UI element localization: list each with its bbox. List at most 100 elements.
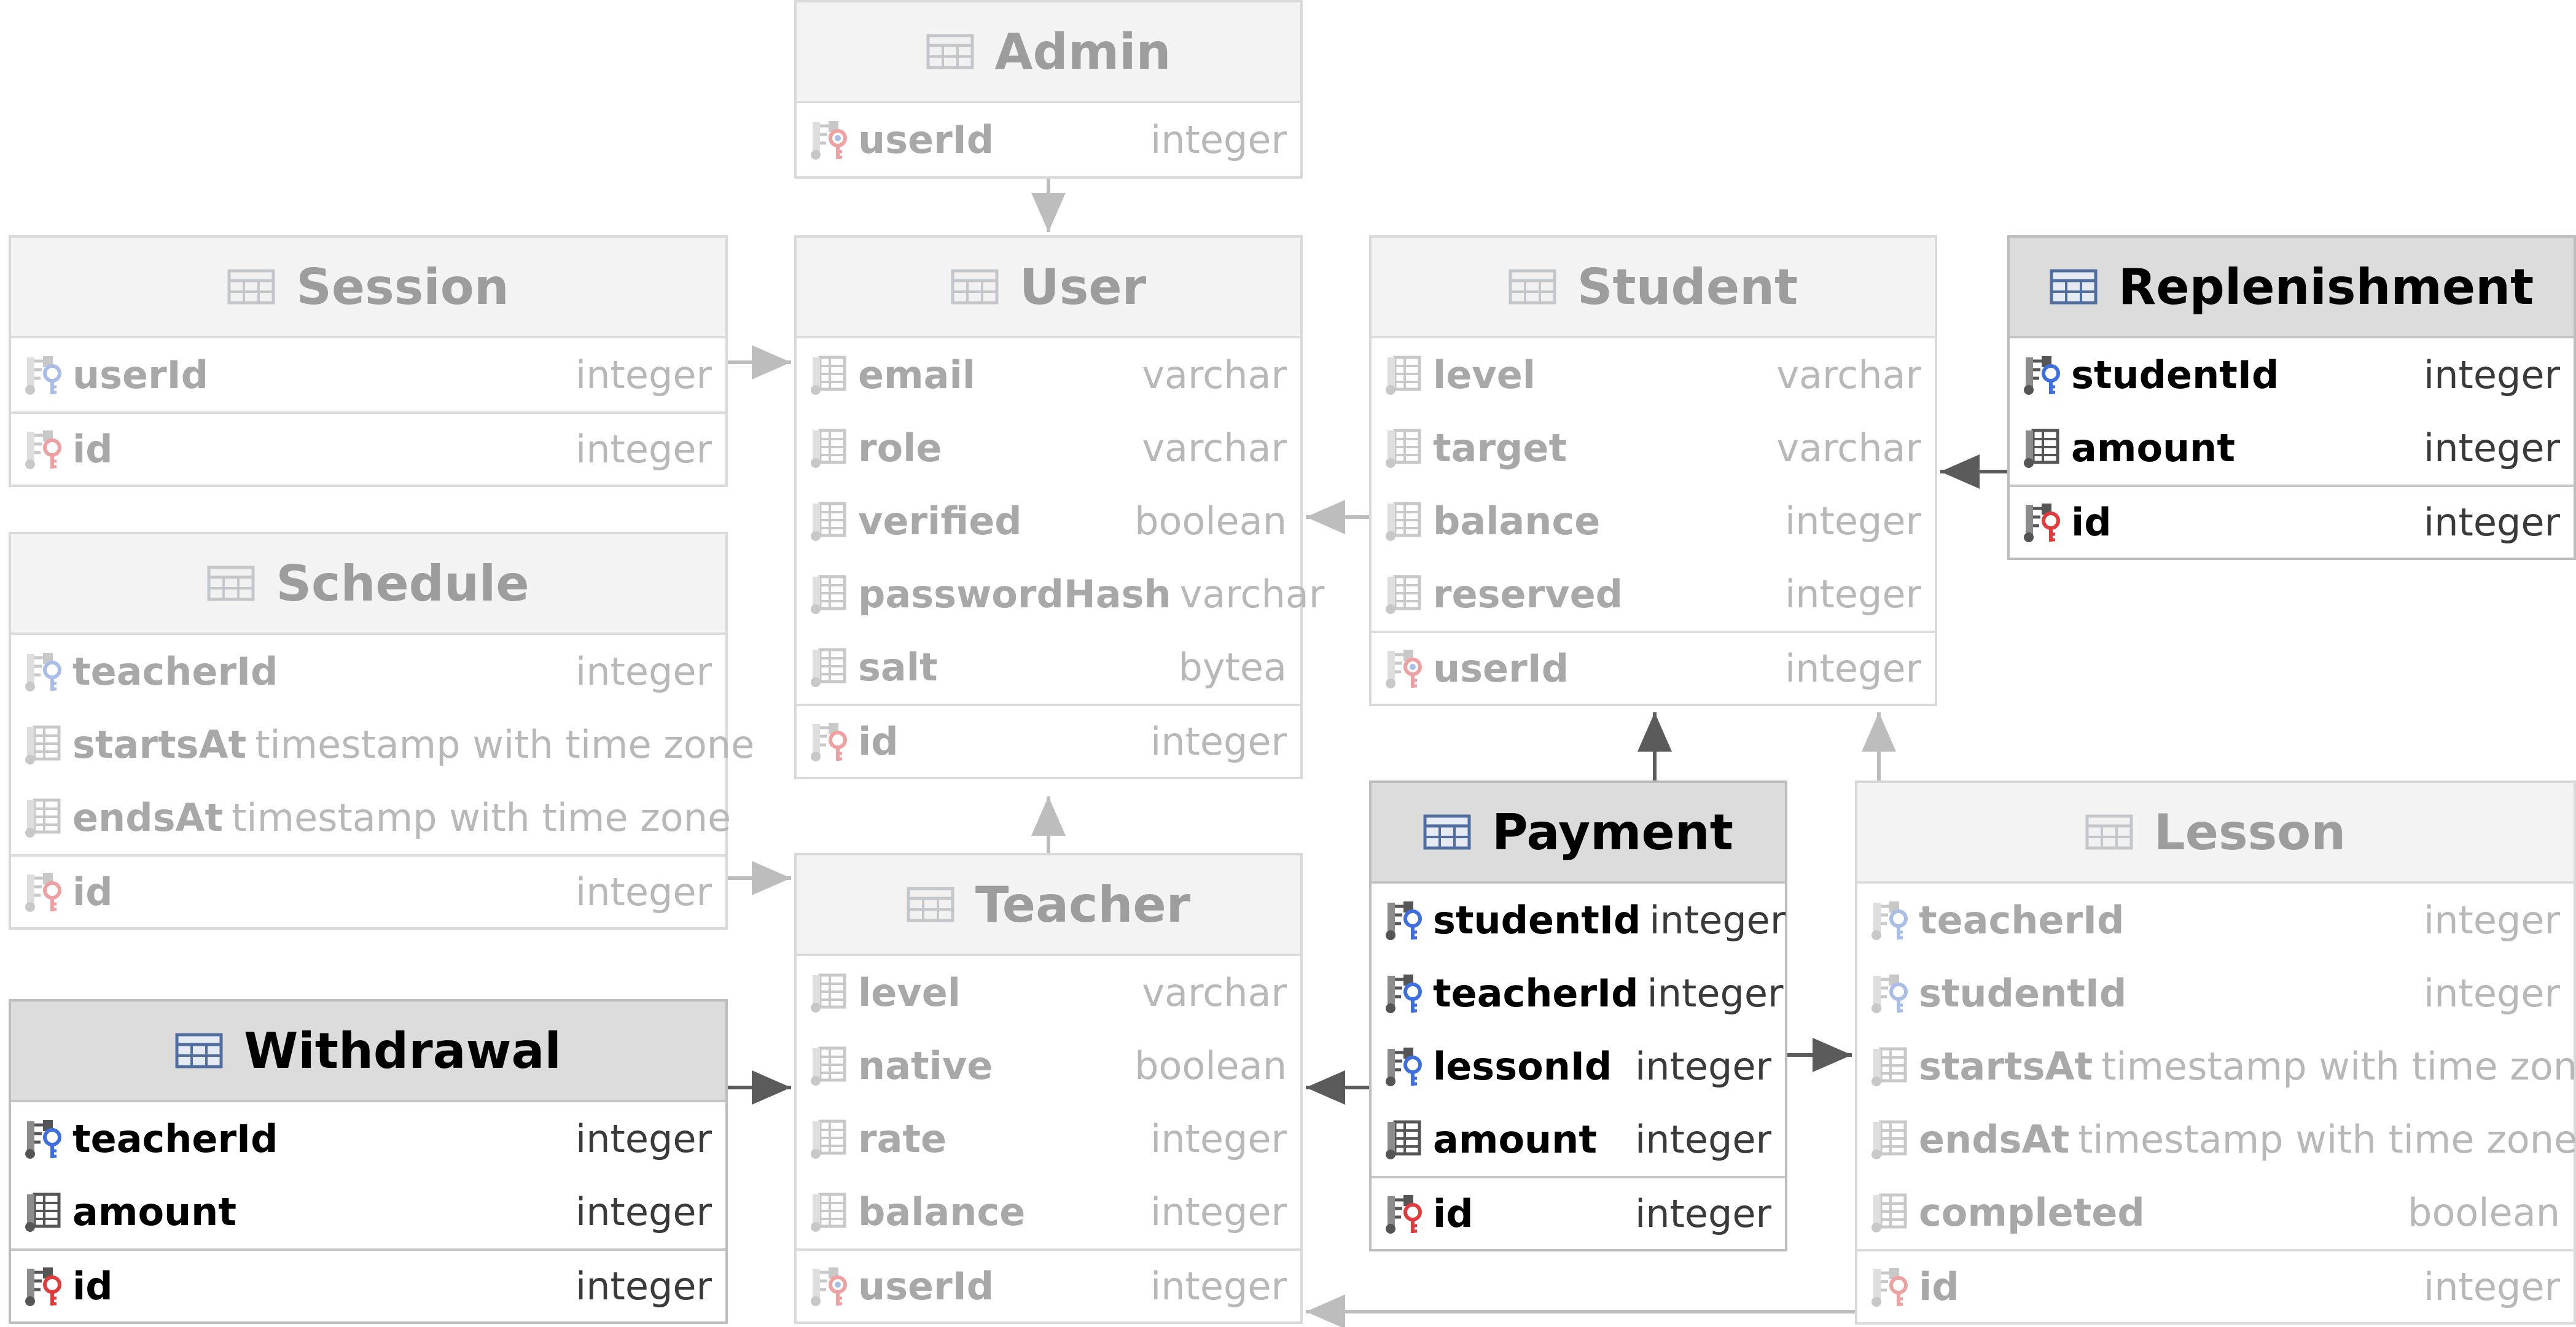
- relation-student-to-user[interactable]: [1306, 500, 1369, 534]
- relation-session-to-user[interactable]: [728, 345, 791, 379]
- table-header[interactable]: Replenishment: [2010, 238, 2574, 338]
- column-name: id: [72, 1264, 113, 1309]
- relation-schedule-to-teacher[interactable]: [728, 861, 791, 895]
- column-name: completed: [1919, 1190, 2145, 1235]
- column-row[interactable]: endsAt timestamp with time zone: [1857, 1103, 2576, 1176]
- column-icon: [811, 1046, 846, 1086]
- column-type: integer: [1785, 499, 1921, 543]
- column-row[interactable]: id integer: [11, 1248, 725, 1321]
- column-row[interactable]: startsAt timestamp with time zone: [1857, 1030, 2576, 1103]
- primary-key-icon: [2024, 503, 2060, 542]
- table-header[interactable]: Admin: [797, 2, 1300, 103]
- column-row[interactable]: studentId integer: [2010, 338, 2574, 411]
- table-user[interactable]: User email varchar role varchar verified…: [794, 235, 1324, 779]
- table-withdrawal[interactable]: Withdrawal teacherId integer amount intege…: [9, 999, 728, 1324]
- column-icon: [25, 798, 61, 838]
- column-type: integer: [1785, 646, 1921, 691]
- column-type: integer: [1647, 971, 1784, 1016]
- arrow-head-icon: [1813, 1038, 1852, 1072]
- column-name: amount: [72, 1189, 236, 1234]
- table-schedule[interactable]: Schedule teacherId integer startsAt timest…: [9, 532, 754, 930]
- column-row[interactable]: email varchar: [797, 338, 1300, 411]
- column-row[interactable]: balance integer: [797, 1175, 1300, 1248]
- column-row[interactable]: native boolean: [797, 1029, 1300, 1102]
- column-row[interactable]: endsAt timestamp with time zone: [11, 781, 731, 854]
- column-row[interactable]: id integer: [11, 411, 725, 484]
- column-row[interactable]: role varchar: [797, 411, 1300, 484]
- table-header[interactable]: Schedule: [11, 534, 725, 635]
- column-row[interactable]: passwordHash varchar: [797, 558, 1324, 631]
- column-row[interactable]: amount integer: [11, 1175, 725, 1248]
- relation-teacher-to-user[interactable]: [1031, 796, 1066, 853]
- column-row[interactable]: reserved integer: [1372, 558, 1935, 631]
- column-row[interactable]: level varchar: [1372, 338, 1935, 411]
- primary-key-icon: [811, 722, 847, 761]
- table-title: Lesson: [2153, 803, 2346, 861]
- relation-withdrawal-to-teacher[interactable]: [728, 1070, 791, 1105]
- column-row[interactable]: id integer: [11, 854, 725, 927]
- column-row[interactable]: teacherId integer: [11, 635, 725, 708]
- column-name: id: [858, 719, 899, 764]
- table-student[interactable]: Student level varchar target varchar bal…: [1369, 235, 1937, 706]
- relation-lesson-to-student[interactable]: [1862, 712, 1896, 780]
- column-name: userId: [72, 352, 209, 397]
- column-name: userId: [858, 117, 994, 162]
- column-row[interactable]: completed boolean: [1857, 1176, 2574, 1249]
- relation-lesson-to-teacher[interactable]: [1306, 1294, 1855, 1327]
- column-row[interactable]: level varchar: [797, 956, 1300, 1029]
- column-row[interactable]: lessonId integer: [1372, 1030, 1785, 1103]
- table-header[interactable]: Payment: [1372, 783, 1785, 884]
- table-teacher[interactable]: Teacher level varchar native boolean rat…: [794, 853, 1303, 1324]
- column-icon: [1386, 1120, 1421, 1159]
- table-replenishment[interactable]: Replenishment studentId integer amount int…: [2007, 235, 2576, 560]
- column-row[interactable]: amount integer: [2010, 411, 2574, 484]
- column-row[interactable]: amount integer: [1372, 1103, 1785, 1176]
- relation-payment-to-teacher[interactable]: [1306, 1070, 1369, 1105]
- column-row[interactable]: target varchar: [1372, 411, 1935, 484]
- column-row[interactable]: teacherId integer: [1372, 957, 1785, 1030]
- column-row[interactable]: userId integer: [1372, 631, 1935, 704]
- column-type: integer: [576, 870, 712, 914]
- table-payment[interactable]: Payment studentId integer teacherId inte…: [1369, 780, 1787, 1251]
- column-type: integer: [2424, 1264, 2560, 1309]
- relation-replenishment-to-student[interactable]: [1940, 454, 2007, 489]
- column-type: varchar: [1179, 572, 1325, 617]
- arrow-head-icon: [1031, 193, 1066, 232]
- column-row[interactable]: id integer: [797, 704, 1300, 777]
- column-row[interactable]: id integer: [1372, 1176, 1785, 1249]
- table-session[interactable]: Session userId integer id integer: [9, 235, 728, 487]
- arrow-head-icon: [752, 345, 791, 379]
- column-row[interactable]: verified boolean: [797, 484, 1300, 558]
- relation-payment-to-student[interactable]: [1637, 712, 1672, 780]
- relation-payment-to-lesson[interactable]: [1787, 1038, 1852, 1072]
- column-row[interactable]: teacherId integer: [11, 1102, 725, 1175]
- table-header[interactable]: Lesson: [1857, 783, 2574, 884]
- column-row[interactable]: rate integer: [797, 1102, 1300, 1175]
- column-row[interactable]: studentId integer: [1857, 957, 2574, 1030]
- table-header[interactable]: Teacher: [797, 855, 1300, 956]
- column-row[interactable]: id integer: [1857, 1249, 2574, 1322]
- table-admin[interactable]: Admin userId integer: [794, 0, 1303, 179]
- relation-admin-to-user[interactable]: [1031, 174, 1066, 232]
- primary-key-icon: [25, 873, 61, 912]
- column-row[interactable]: userId integer: [797, 103, 1300, 176]
- table-header[interactable]: Withdrawal: [11, 1002, 725, 1102]
- table-header[interactable]: Session: [11, 238, 725, 338]
- column-icon: [811, 429, 846, 468]
- column-row[interactable]: teacherId integer: [1857, 884, 2574, 957]
- column-row[interactable]: id integer: [2010, 484, 2574, 558]
- column-row[interactable]: userId integer: [797, 1248, 1300, 1321]
- table-header[interactable]: User: [797, 238, 1300, 338]
- column-name: userId: [1433, 646, 1569, 691]
- foreign-key-icon: [1872, 974, 1908, 1013]
- column-row[interactable]: userId integer: [11, 338, 725, 411]
- column-row[interactable]: startsAt timestamp with time zone: [11, 708, 754, 781]
- column-row[interactable]: studentId integer: [1372, 884, 1786, 957]
- column-icon: [811, 1119, 846, 1159]
- table-lesson[interactable]: Lesson teacherId integer studentId integ…: [1855, 780, 2576, 1325]
- column-row[interactable]: balance integer: [1372, 484, 1935, 558]
- column-row[interactable]: salt bytea: [797, 631, 1300, 704]
- column-type: integer: [1649, 898, 1786, 943]
- table-header[interactable]: Student: [1372, 238, 1935, 338]
- column-type: bytea: [1178, 645, 1287, 690]
